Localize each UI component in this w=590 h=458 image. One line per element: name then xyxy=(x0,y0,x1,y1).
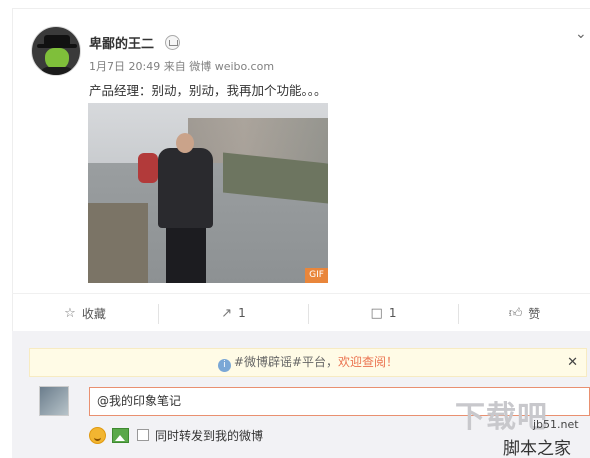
star-icon: ☆ xyxy=(64,305,76,321)
repost-count: 1 xyxy=(238,306,246,320)
post-source[interactable]: 微博 weibo.com xyxy=(189,60,274,73)
user-avatar[interactable] xyxy=(31,26,81,76)
username-link[interactable]: 卑鄙的王二 xyxy=(89,33,154,52)
comment-area: i #微博辟谣#平台，欢迎查阅！ ✕ @我的印象笔记 同时转发到我的微博 xyxy=(12,331,590,458)
like-button[interactable]: 👍︎ 赞 xyxy=(459,294,590,332)
member-crown-icon[interactable] xyxy=(165,35,180,50)
close-icon[interactable]: ✕ xyxy=(567,349,578,376)
gif-cyclist xyxy=(138,153,158,183)
comment-toolbar: 同时转发到我的微博 xyxy=(89,424,263,446)
repost-checkbox-label[interactable]: 同时转发到我的微博 xyxy=(155,427,263,444)
repost-checkbox[interactable] xyxy=(137,429,149,441)
like-label: 赞 xyxy=(528,306,541,321)
favorite-button[interactable]: ☆ 收藏 xyxy=(12,294,158,332)
notice-topic-link[interactable]: #微博辟谣#平台， xyxy=(234,355,338,369)
favorite-label: 收藏 xyxy=(81,306,106,321)
current-user-avatar[interactable] xyxy=(39,386,69,416)
comment-count: 1 xyxy=(388,306,397,320)
image-icon[interactable] xyxy=(112,427,129,443)
gif-man-legs xyxy=(166,225,206,283)
post-gif-image[interactable]: GIF xyxy=(88,103,328,283)
comment-icon: □ xyxy=(370,305,383,321)
post-date[interactable]: 1月7日 20:49 xyxy=(89,60,160,73)
chevron-down-icon[interactable]: ⌄ xyxy=(575,26,587,42)
gif-man-head xyxy=(176,133,194,153)
thumbs-up-icon: 👍︎ xyxy=(508,305,523,321)
source-prefix: 来自 xyxy=(163,60,186,73)
gif-badge: GIF xyxy=(305,268,328,283)
comment-input[interactable]: @我的印象笔记 xyxy=(89,387,590,416)
post-meta: 1月7日 20:49 来自 微博 weibo.com xyxy=(89,58,274,74)
repost-button[interactable]: ↗ 1 xyxy=(159,294,308,332)
avatar-body xyxy=(40,67,74,75)
repost-icon: ↗ xyxy=(221,305,233,321)
gif-curb xyxy=(88,203,148,283)
notice-view-link[interactable]: 欢迎查阅！ xyxy=(338,355,398,369)
gif-man-body xyxy=(158,148,213,228)
action-bar: ☆ 收藏 ↗ 1 □ 1 👍︎ 赞 xyxy=(12,293,590,331)
post-text: 产品经理：别动，别动，我再加个功能。。。 xyxy=(89,83,327,98)
info-icon: i xyxy=(217,359,231,372)
comment-button[interactable]: □ 1 xyxy=(309,294,458,332)
emoji-icon[interactable] xyxy=(89,426,106,444)
rumor-notice: i #微博辟谣#平台，欢迎查阅！ ✕ xyxy=(29,348,587,377)
